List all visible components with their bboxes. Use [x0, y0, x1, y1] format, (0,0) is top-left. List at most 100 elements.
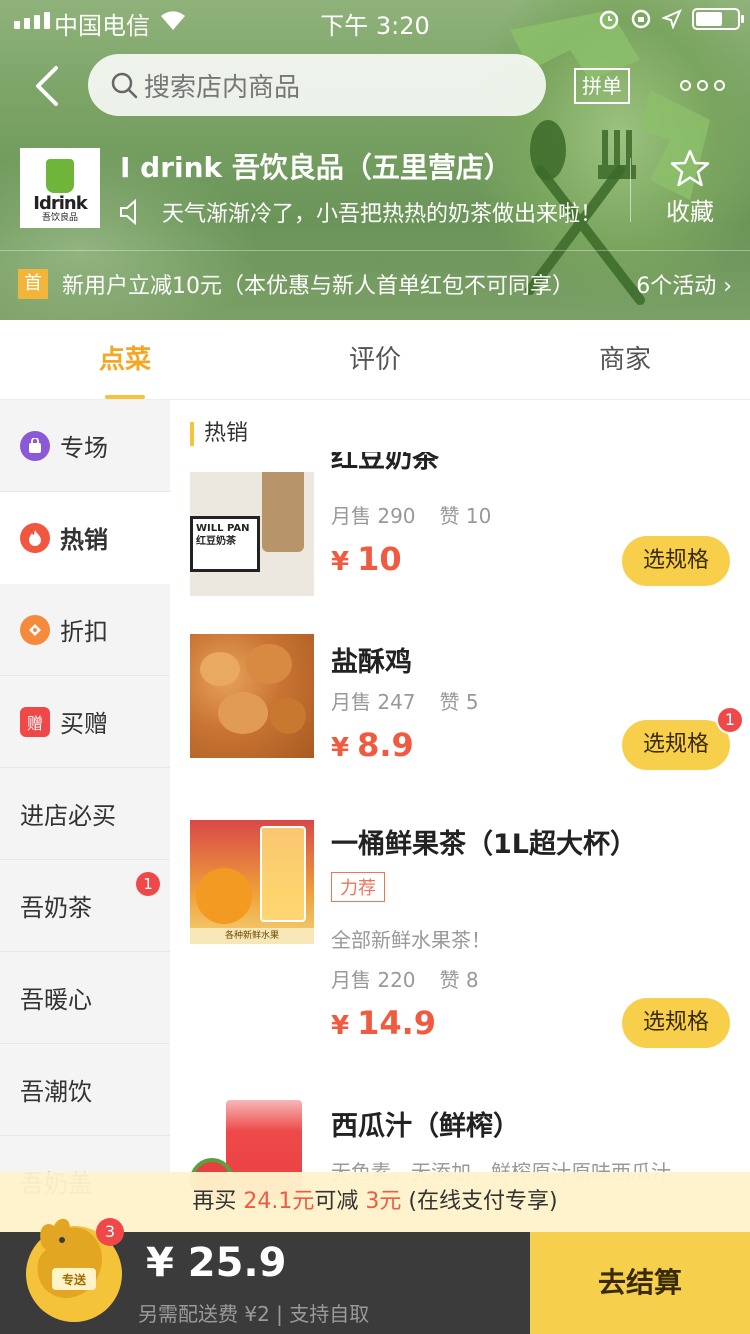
- search-placeholder: 搜索店内商品: [144, 72, 301, 103]
- category-hot[interactable]: 热销: [0, 492, 170, 584]
- logo-wordmark: Idrink: [33, 193, 87, 214]
- discount-amount: 24.1元: [243, 1189, 315, 1214]
- monthly-sales: 月售 247: [331, 690, 416, 714]
- section-title: 热销: [190, 422, 248, 446]
- list-item[interactable]: 盐酥鸡 月售 247 赞 5 ¥8.9 选规格 1: [190, 634, 744, 774]
- shop-logo[interactable]: Idrink 吾饮良品: [20, 148, 100, 228]
- divider: [630, 158, 631, 222]
- food-piece: [218, 692, 268, 734]
- recommended-tag: 力荐: [331, 872, 385, 902]
- price-value: 14.9: [357, 1004, 437, 1042]
- back-arrow-icon[interactable]: [28, 64, 68, 108]
- activity-count-link[interactable]: 6个活动 ›: [636, 268, 732, 300]
- gift-icon: 赠: [20, 706, 50, 737]
- promotion-bar[interactable]: 首 新用户立减10元（本优惠与新人首单红包不可同享） 6个活动 ›: [18, 268, 732, 300]
- discount-saving: 3元: [365, 1189, 402, 1214]
- more-options-icon[interactable]: [680, 80, 725, 91]
- select-spec-button[interactable]: 选规格: [622, 998, 730, 1048]
- like-count: 赞 5: [439, 690, 479, 714]
- milk-tea-cup: [262, 472, 304, 552]
- category-label: 吾潮饮: [20, 1078, 92, 1106]
- category-milk-tea[interactable]: 吾奶茶 1: [0, 860, 170, 952]
- like-count: 赞 10: [439, 504, 492, 528]
- alarm-icon: [599, 10, 619, 30]
- category-must-buy[interactable]: 进店必买: [0, 768, 170, 860]
- category-label: 进店必买: [20, 802, 116, 830]
- status-bar: 中国电信 下午 3:20: [0, 0, 750, 40]
- select-spec-button[interactable]: 选规格: [622, 536, 730, 586]
- tab-menu[interactable]: 点菜: [0, 320, 250, 399]
- logo-subtitle: 吾饮良品: [41, 213, 78, 223]
- cart-total: ¥ 25.9: [146, 1240, 287, 1286]
- product-title: 红豆奶茶: [331, 452, 439, 472]
- notice-text: 天气渐渐冷了，小吾把热热的奶茶做出来啦！: [162, 202, 603, 227]
- product-image-label: 各种新鲜水果: [190, 928, 314, 944]
- price-value: 10: [357, 540, 402, 578]
- category-label: 吾奶茶: [20, 894, 92, 922]
- list-item[interactable]: 各种新鲜水果 一桶鲜果茶（1L超大杯） 力荐 全部新鲜水果茶！ 月售 220 赞 …: [190, 820, 735, 1048]
- search-input[interactable]: 搜索店内商品: [88, 54, 546, 116]
- category-buy-gift[interactable]: 赠 买赠: [0, 676, 170, 768]
- battery-icon: [692, 8, 744, 30]
- mascot-label: 专送: [62, 1272, 87, 1287]
- monthly-sales: 月售 290: [331, 504, 416, 528]
- product-price: ¥8.9: [331, 726, 414, 764]
- currency-symbol: ¥: [331, 1011, 350, 1041]
- cart-count-badge: 3: [96, 1218, 124, 1246]
- drink-cup: [260, 826, 306, 922]
- discount-suffix: (在线支付专享): [401, 1189, 558, 1214]
- category-warm[interactable]: 吾暖心: [0, 952, 170, 1044]
- category-count-badge: 1: [136, 872, 160, 896]
- search-icon: [111, 72, 138, 99]
- category-special[interactable]: 专场: [0, 400, 170, 492]
- category-discount[interactable]: 折扣: [0, 584, 170, 676]
- delivery-fee-info: 另需配送费 ¥2 | 支持自取: [138, 1302, 370, 1326]
- product-title: 一桶鲜果茶（1L超大杯）: [331, 829, 637, 860]
- flame-icon: [20, 522, 50, 553]
- product-description: 全部新鲜水果茶！: [331, 928, 491, 952]
- favorite-label: 收藏: [666, 198, 714, 226]
- product-image-label: WILL PAN 红豆奶茶: [190, 516, 260, 572]
- shop-tabs: 点菜 评价 商家: [0, 320, 750, 400]
- new-user-tag: 首: [18, 269, 48, 299]
- tab-reviews[interactable]: 评价: [250, 320, 500, 399]
- currency-symbol: ¥: [331, 547, 350, 577]
- shop-name[interactable]: I drink 吾饮良品（五里营店）: [120, 146, 512, 186]
- tab-merchant[interactable]: 商家: [500, 320, 750, 399]
- cart-count-badge: 1: [716, 706, 744, 734]
- shopping-bag-icon: [20, 430, 50, 461]
- star-icon: [670, 149, 710, 187]
- checkout-button[interactable]: 去结算: [530, 1232, 750, 1334]
- product-image: [190, 634, 314, 758]
- category-label: 折扣: [60, 618, 108, 646]
- product-image: WILL PAN 红豆奶茶: [190, 472, 314, 596]
- category-label: 吾暖心: [20, 986, 92, 1014]
- system-indicators: [598, 8, 744, 30]
- discount-tag-icon: [20, 614, 50, 645]
- favorite-button[interactable]: 收藏: [650, 148, 730, 227]
- category-trendy[interactable]: 吾潮饮: [0, 1044, 170, 1136]
- product-price: ¥14.9: [331, 1004, 436, 1042]
- monthly-sales: 月售 220: [331, 968, 416, 992]
- product-image: 各种新鲜水果: [190, 820, 314, 944]
- select-spec-button[interactable]: 选规格: [622, 720, 730, 770]
- price-value: 8.9: [357, 726, 414, 764]
- rotation-lock-icon: [631, 9, 651, 29]
- orange-fruit: [196, 868, 252, 924]
- speaker-icon: [120, 199, 136, 225]
- group-order-button[interactable]: 拼单: [574, 68, 630, 104]
- shop-notice[interactable]: 天气渐渐冷了，小吾把热热的奶茶做出来啦！: [118, 196, 618, 228]
- divider: [0, 250, 750, 251]
- product-price: ¥10: [331, 540, 402, 578]
- currency-symbol: ¥: [331, 733, 350, 763]
- food-piece: [200, 652, 240, 686]
- food-piece: [246, 644, 292, 684]
- discount-middle: 可减: [314, 1189, 366, 1214]
- product-stats: 月售 220 赞 8: [331, 964, 479, 993]
- list-item[interactable]: WILL PAN 红豆奶茶 红豆奶茶 月售 290 赞 10 ¥10 选规格: [190, 448, 735, 596]
- product-list: 热销 WILL PAN 红豆奶茶 红豆奶茶 月售 290 赞 10 ¥10 选规格: [170, 400, 750, 1200]
- location-icon: [662, 9, 682, 29]
- like-count: 赞 8: [439, 968, 479, 992]
- product-stats: 月售 290 赞 10: [331, 500, 491, 529]
- food-piece: [270, 698, 306, 734]
